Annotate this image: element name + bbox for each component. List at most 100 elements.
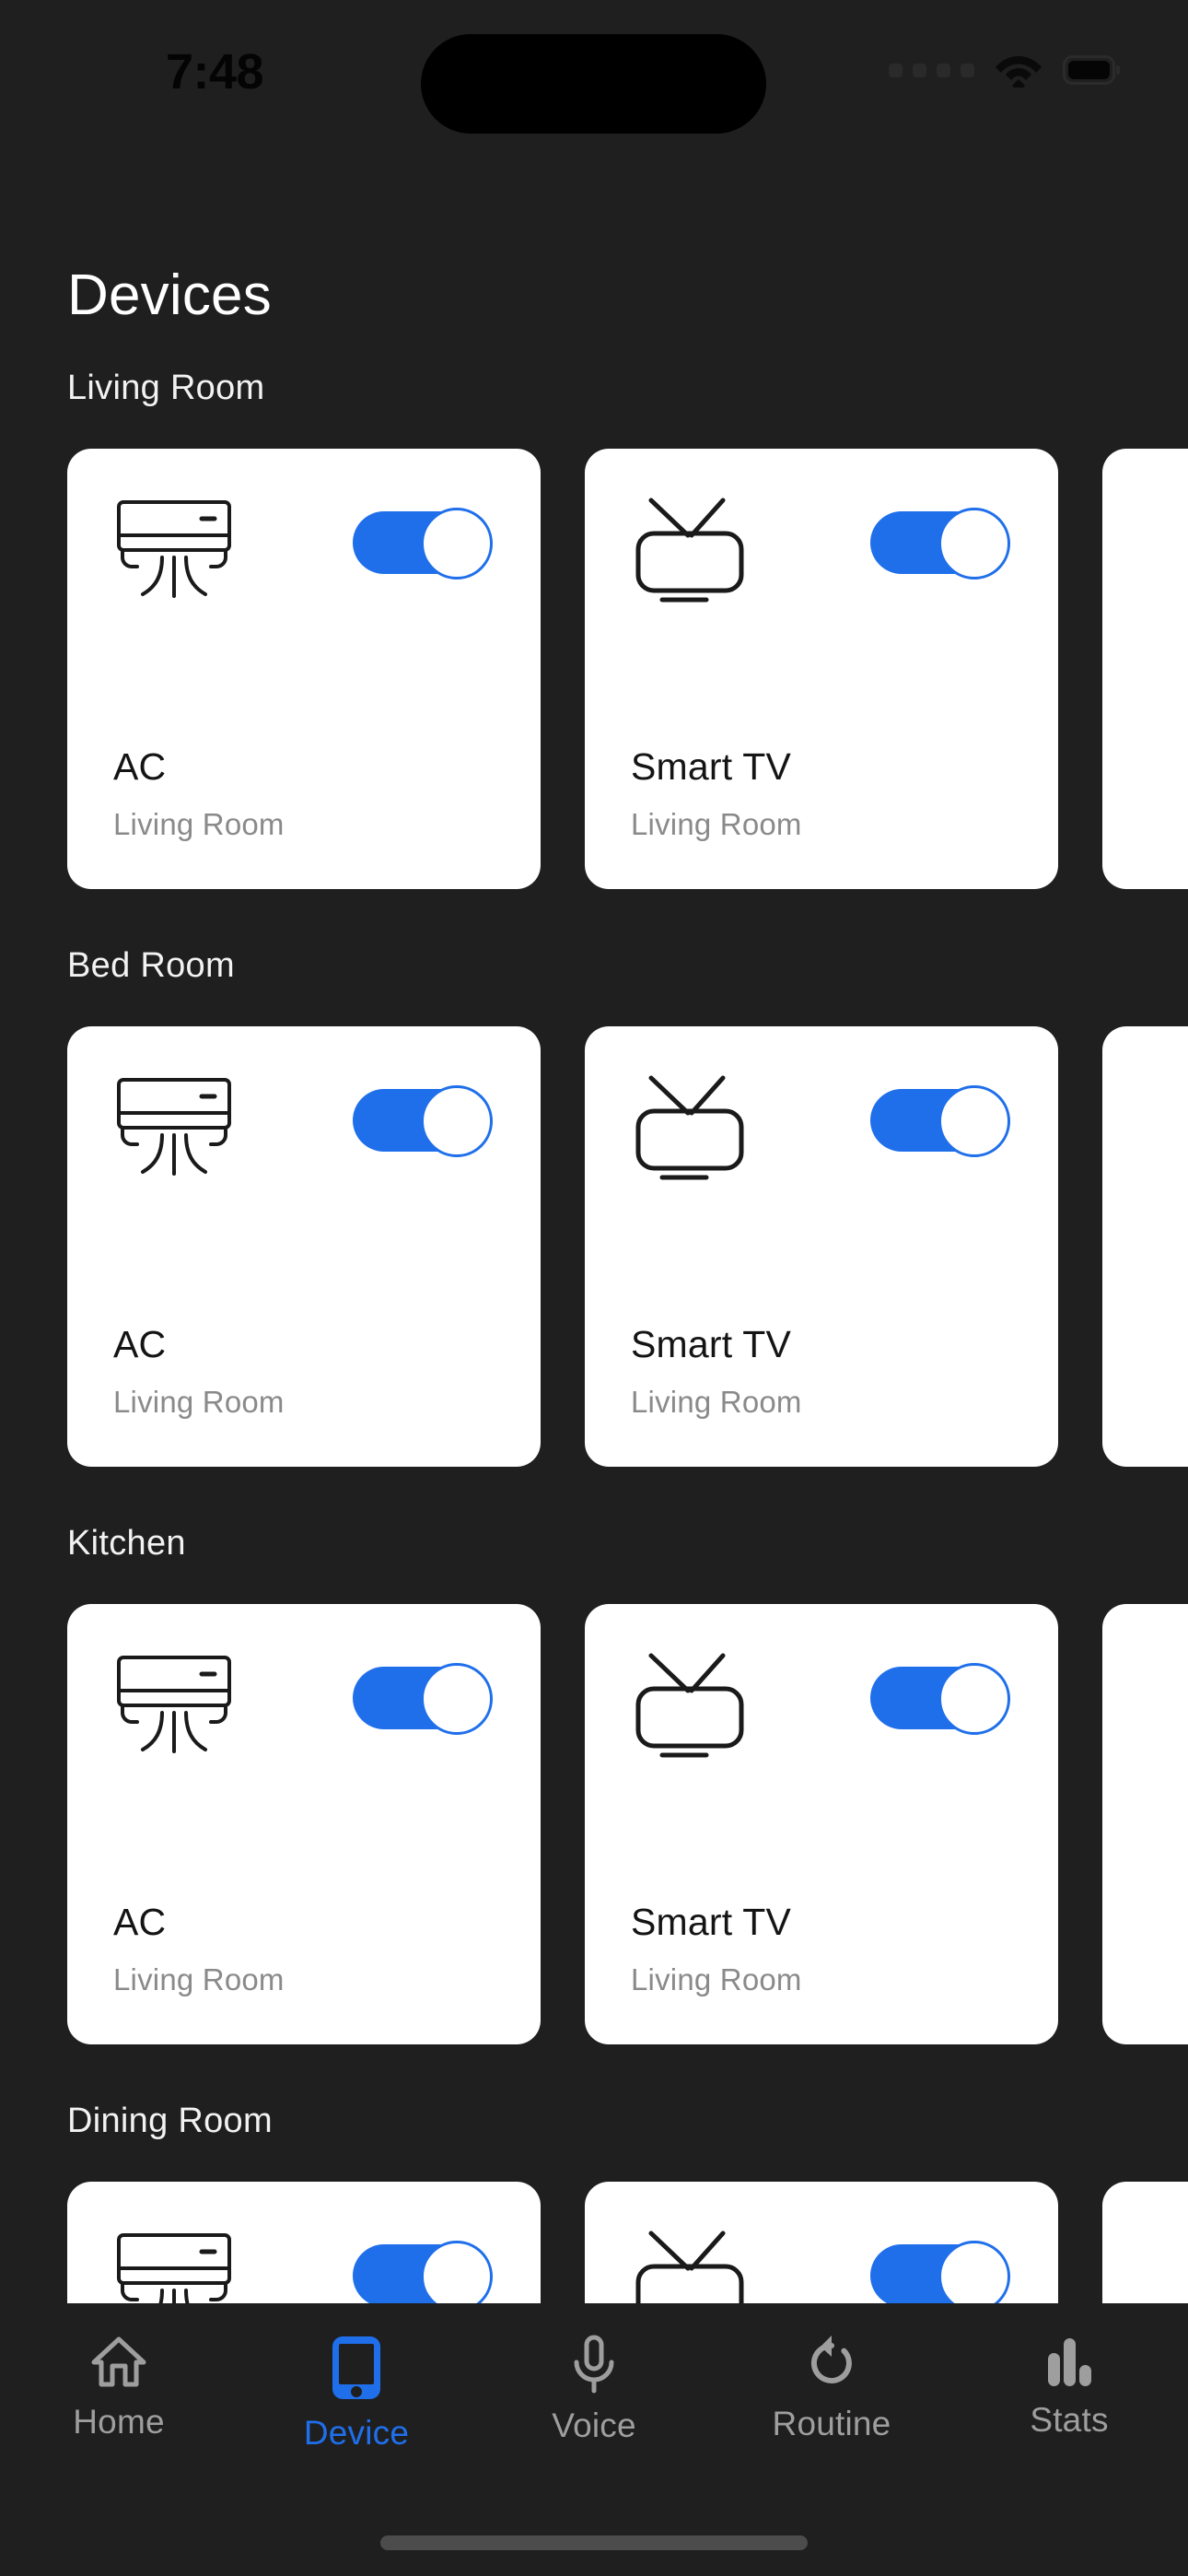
device-power-toggle[interactable]	[870, 1663, 1010, 1735]
device-power-toggle[interactable]	[870, 2241, 1010, 2303]
device-card[interactable]: ACLiving Room	[67, 2182, 541, 2303]
device-name: Smart TV	[631, 1322, 791, 1365]
device-card[interactable]: Smart TV Living Room	[585, 1026, 1058, 1467]
toggle-knob	[421, 508, 493, 580]
home-indicator	[380, 2535, 808, 2550]
card-header	[67, 449, 541, 605]
card-text: Smart TV Living Room	[631, 744, 802, 841]
device-room: Living Room	[113, 1961, 285, 1996]
card-header	[67, 2182, 541, 2303]
television-icon	[635, 498, 744, 603]
card-text: Smart TV Living Room	[631, 1900, 802, 1996]
microphone-icon	[574, 2335, 614, 2394]
card-text: AC Living Room	[113, 1900, 285, 1996]
tab-label: Stats	[1030, 2401, 1109, 2439]
card-header	[585, 1026, 1058, 1185]
page-title: Devices	[67, 263, 272, 327]
undo-icon	[810, 2336, 852, 2383]
toggle-knob	[938, 2241, 1010, 2303]
device-room: Living Room	[631, 806, 802, 841]
air-conditioner-icon	[117, 1078, 231, 1176]
device-card-row[interactable]: AC Living Room Smart TV Living Room	[0, 449, 1188, 889]
tab-routine[interactable]: Routine	[713, 2335, 950, 2443]
device-room: Living Room	[631, 1961, 802, 1996]
toggle-knob	[938, 1085, 1010, 1157]
device-power-toggle[interactable]	[353, 508, 493, 580]
air-conditioner-icon	[117, 500, 231, 598]
bar-chart-icon	[1048, 2338, 1091, 2386]
device-name: Smart TV	[631, 1900, 791, 1943]
device-room: Living Room	[113, 806, 285, 841]
device-card[interactable]: Smart TV Living Room	[585, 1604, 1058, 2044]
device-power-toggle[interactable]	[353, 1085, 493, 1157]
device-room: Living Room	[113, 1384, 285, 1419]
device-room: Living Room	[631, 1384, 802, 1419]
device-power-toggle[interactable]	[353, 2241, 493, 2303]
wifi-icon	[996, 56, 1042, 88]
device-name: AC	[113, 1322, 167, 1365]
section-title: Dining Room	[67, 2102, 273, 2140]
room-section: Kitchen AC Living Room Smart TV Living Roo…	[0, 1524, 1188, 2102]
tab-voice[interactable]: Voice	[475, 2335, 713, 2445]
device-power-toggle[interactable]	[870, 1085, 1010, 1157]
device-card[interactable]	[1102, 2182, 1188, 2303]
card-header	[585, 449, 1058, 607]
section-title: Kitchen	[67, 1524, 186, 1563]
device-card[interactable]	[1102, 1604, 1188, 2044]
tab-label: Home	[73, 2403, 165, 2441]
home-icon	[91, 2336, 146, 2387]
toggle-knob	[938, 508, 1010, 580]
smartphone-icon	[332, 2336, 380, 2399]
cellular-dots-icon	[889, 63, 974, 77]
tab-stats[interactable]: Stats	[950, 2335, 1188, 2440]
tab-home[interactable]: Home	[0, 2335, 238, 2441]
device-card[interactable]: Smart TV Living Room	[585, 449, 1058, 889]
device-name: AC	[113, 1900, 167, 1943]
status-time: 7:48	[166, 44, 264, 100]
device-card-row[interactable]: ACLiving Room Smart TVLiving Room	[0, 2182, 1188, 2303]
device-card[interactable]: AC Living Room	[67, 449, 541, 889]
battery-icon	[1063, 55, 1120, 85]
device-power-toggle[interactable]	[353, 1663, 493, 1735]
card-header	[585, 1604, 1058, 1762]
air-conditioner-icon	[117, 1656, 231, 1753]
tab-label: Voice	[552, 2406, 636, 2444]
status-indicators	[889, 53, 1120, 88]
tab-label: Routine	[772, 2405, 891, 2442]
section-title: Bed Room	[67, 946, 235, 985]
dynamic-island	[421, 34, 766, 134]
television-icon	[635, 1653, 744, 1758]
device-name: Smart TV	[631, 744, 791, 788]
device-name: AC	[113, 744, 167, 788]
card-text: AC Living Room	[113, 744, 285, 841]
tab-device[interactable]: Device	[238, 2335, 475, 2453]
card-text: Smart TV Living Room	[631, 1322, 802, 1419]
tab-label: Device	[303, 2414, 410, 2452]
air-conditioner-icon	[117, 2233, 231, 2303]
card-header	[67, 1026, 541, 1183]
television-icon	[635, 1075, 744, 1180]
device-card-row[interactable]: AC Living Room Smart TV Living Room	[0, 1026, 1188, 1467]
room-section: Bed Room AC Living Room Smart TV Living Ro…	[0, 946, 1188, 1524]
device-card[interactable]: Smart TVLiving Room	[585, 2182, 1058, 2303]
device-card[interactable]: AC Living Room	[67, 1026, 541, 1467]
status-bar: 7:48	[0, 0, 1188, 157]
device-card-row[interactable]: AC Living Room Smart TV Living Room	[0, 1604, 1188, 2044]
toggle-knob	[421, 1663, 493, 1735]
device-card[interactable]	[1102, 449, 1188, 889]
television-icon	[635, 2231, 744, 2303]
device-power-toggle[interactable]	[870, 508, 1010, 580]
app-screen: 7:48 Devices Living Room AC Living Room …	[0, 0, 1188, 2576]
card-text: AC Living Room	[113, 1322, 285, 1419]
device-sections-scroll[interactable]: Living Room AC Living Room Smart TV Living…	[0, 369, 1188, 2303]
toggle-knob	[421, 1085, 493, 1157]
room-section: Living Room AC Living Room Smart TV Living…	[0, 369, 1188, 946]
toggle-knob	[421, 2241, 493, 2303]
card-header	[585, 2182, 1058, 2303]
device-card[interactable]	[1102, 1026, 1188, 1467]
room-section: Dining Room ACLiving Room Smart TVLiving…	[0, 2102, 1188, 2303]
device-card[interactable]: AC Living Room	[67, 1604, 541, 2044]
card-header	[67, 1604, 541, 1761]
